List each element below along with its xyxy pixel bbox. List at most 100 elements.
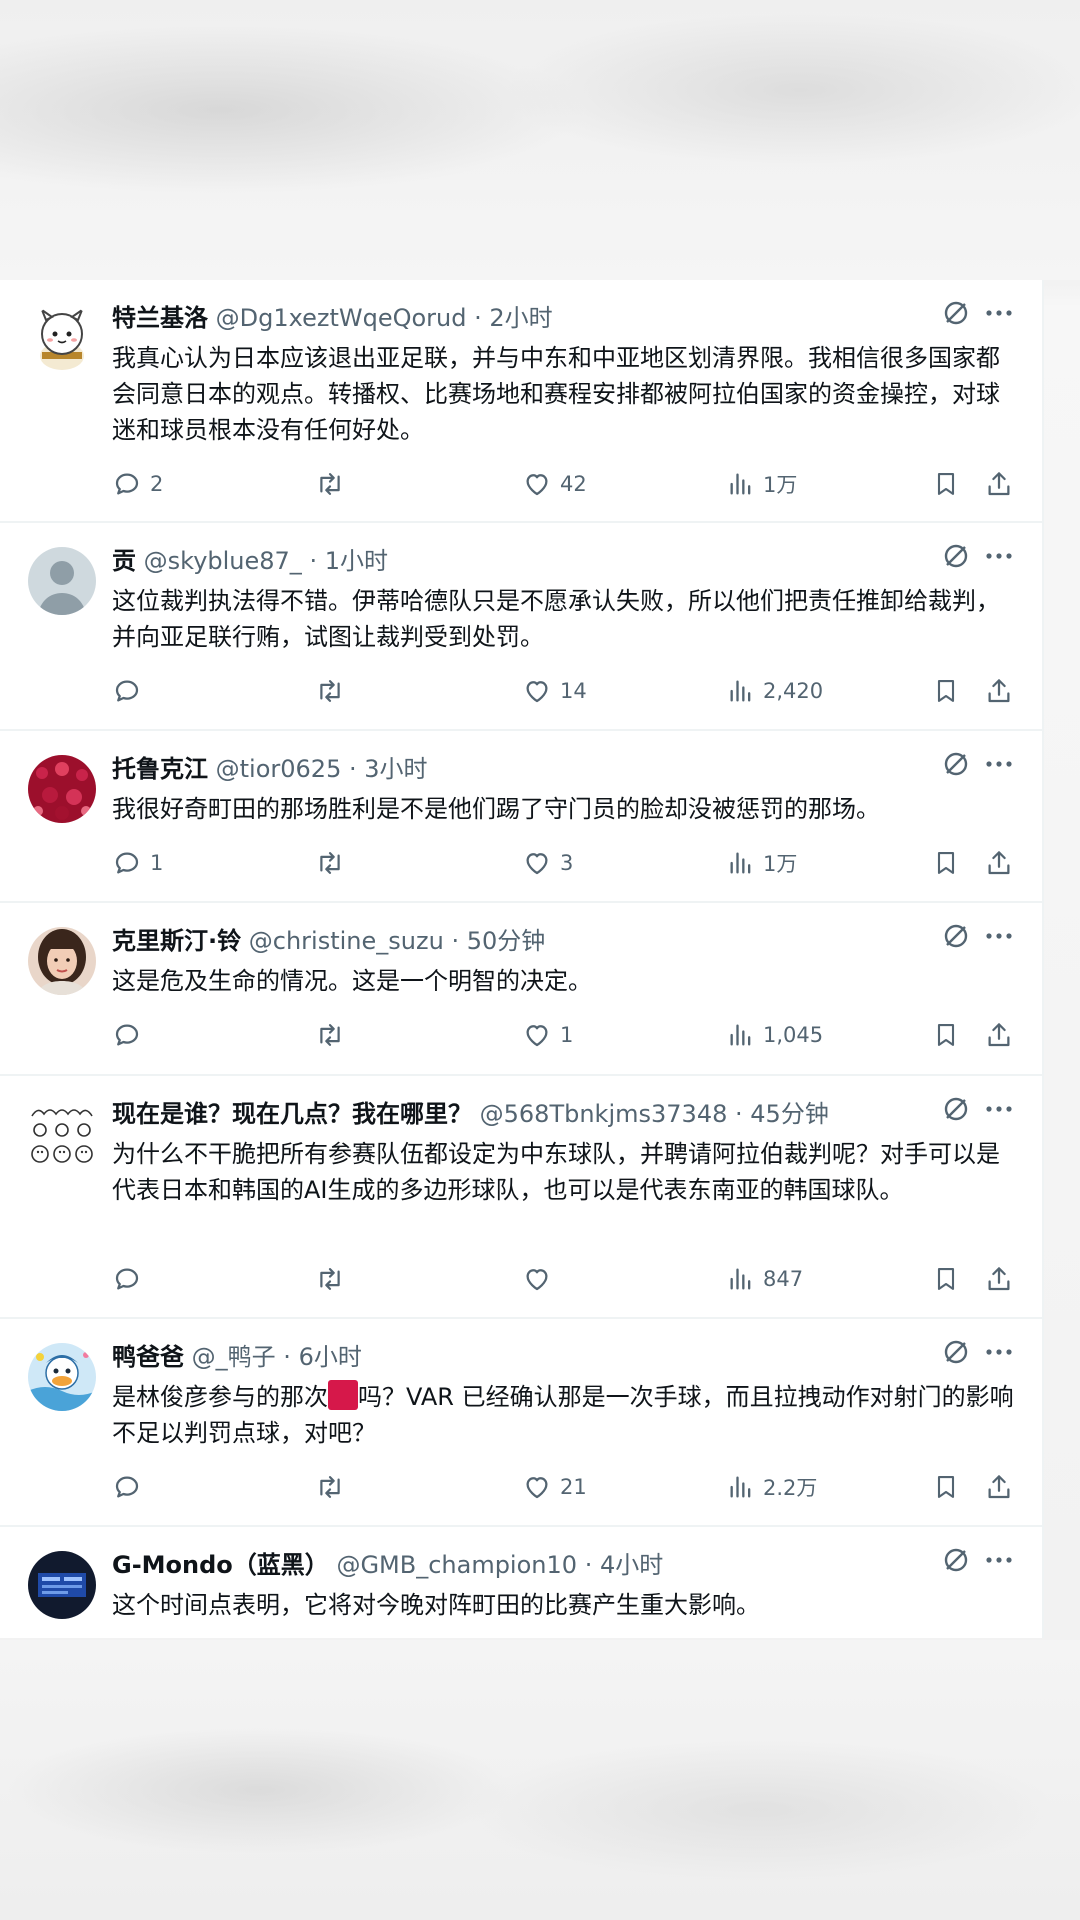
grok-icon[interactable]	[942, 750, 970, 788]
retweet-button[interactable]	[314, 1467, 354, 1507]
grok-icon[interactable]	[942, 299, 970, 337]
tweet[interactable]: 贡 @skyblue87_ · 1小时 这位裁判执法得不错。伊蒂哈德队只是不愿承…	[0, 523, 1042, 731]
tweet[interactable]: G-Mondo（蓝黑） @GMB_champion10 · 4小时 这个时间点表…	[0, 1527, 1042, 1638]
avatar[interactable]	[28, 755, 96, 823]
separator-dot: ·	[735, 1100, 743, 1128]
reply-button[interactable]	[112, 1467, 150, 1507]
share-button[interactable]	[984, 671, 1014, 711]
more-options-icon[interactable]	[984, 1338, 1014, 1376]
user-handle[interactable]: @skyblue87_	[144, 547, 302, 575]
grok-icon[interactable]	[942, 1338, 970, 1376]
avatar[interactable]	[28, 927, 96, 995]
user-handle[interactable]: @Dg1xeztWqeQorud	[216, 304, 467, 332]
bookmark-button[interactable]	[932, 671, 960, 711]
display-name[interactable]: G-Mondo（蓝黑）	[112, 1551, 329, 1579]
like-button[interactable]: 14	[522, 671, 587, 711]
like-button[interactable]	[522, 1259, 560, 1299]
views-button[interactable]: 1万	[727, 843, 797, 883]
separator-dot: ·	[451, 927, 460, 955]
retweet-button[interactable]	[314, 843, 354, 883]
grok-icon[interactable]	[942, 542, 970, 580]
timestamp[interactable]: 2小时	[489, 304, 552, 332]
reply-button[interactable]	[112, 671, 150, 711]
more-options-icon[interactable]	[984, 750, 1014, 788]
retweet-button[interactable]	[314, 464, 354, 504]
tweet[interactable]: 鸭爸爸 @_鸭子 · 6小时 是林俊彦参与的那次 吗？VAR 已经确认那是一次手球…	[0, 1319, 1042, 1527]
share-button[interactable]	[984, 1259, 1014, 1299]
tweet[interactable]: 特兰基洛 @Dg1xeztWqeQorud · 2小时 我真心认为日本应该退出亚…	[0, 280, 1042, 523]
like-count: 42	[560, 472, 587, 496]
reply-button[interactable]	[112, 1259, 150, 1299]
user-handle[interactable]: @GMB_champion10	[336, 1551, 577, 1579]
view-count: 1,045	[763, 1023, 824, 1047]
more-options-icon[interactable]	[984, 542, 1014, 580]
like-button[interactable]: 1	[522, 1015, 573, 1055]
heart-icon	[526, 1477, 548, 1499]
timestamp[interactable]: 6小时	[299, 1343, 362, 1371]
reply-button[interactable]: 2	[112, 464, 163, 504]
tweet-text: 这个时间点表明，它将对今晚对阵町田的比赛产生重大影响。	[112, 1591, 760, 1619]
heart-icon	[526, 474, 548, 496]
user-handle[interactable]: @568Tbnkjms37348	[480, 1100, 728, 1128]
share-icon	[988, 1023, 1010, 1047]
share-button[interactable]	[984, 1015, 1014, 1055]
timestamp[interactable]: 50分钟	[467, 927, 546, 955]
scoreboard-avatar	[28, 1551, 96, 1619]
timestamp[interactable]: 45分钟	[750, 1100, 829, 1128]
tweet[interactable]: 托鲁克江 @tior0625 · 3小时 我很好奇町田的那场胜利是不是他们踢了守…	[0, 731, 1042, 903]
display-name[interactable]: 贡	[112, 547, 136, 575]
avatar[interactable]	[28, 1343, 96, 1411]
share-button[interactable]	[984, 1467, 1014, 1507]
user-handle[interactable]: @_鸭子	[192, 1343, 276, 1371]
views-button[interactable]: 2,420	[727, 671, 823, 711]
retweet-button[interactable]	[314, 1259, 354, 1299]
bookmark-button[interactable]	[932, 1467, 960, 1507]
bookmark-button[interactable]	[932, 1015, 960, 1055]
avatar[interactable]	[28, 1551, 96, 1619]
retweet-button[interactable]	[314, 1015, 354, 1055]
more-options-icon[interactable]	[984, 299, 1014, 337]
views-button[interactable]: 847	[727, 1259, 803, 1299]
avatar[interactable]	[28, 1100, 96, 1168]
woman-portrait-avatar	[28, 927, 96, 995]
user-handle[interactable]: @christine_suzu	[249, 927, 444, 955]
more-options-icon[interactable]	[984, 922, 1014, 960]
avatar[interactable]	[28, 304, 96, 372]
bookmark-button[interactable]	[932, 843, 960, 883]
display-name[interactable]: 鸭爸爸	[112, 1343, 184, 1371]
display-name[interactable]: 特兰基洛	[112, 304, 208, 332]
view-count: 2.2万	[763, 1476, 818, 1500]
views-chart-icon	[730, 1024, 751, 1046]
reply-icon	[115, 1024, 139, 1046]
timestamp[interactable]: 3小时	[364, 755, 427, 783]
view-count: 2,420	[763, 679, 824, 703]
reply-icon	[115, 680, 139, 702]
more-options-icon[interactable]	[984, 1095, 1014, 1133]
like-button[interactable]: 3	[522, 843, 573, 883]
reply-button[interactable]	[112, 1015, 150, 1055]
share-button[interactable]	[984, 464, 1014, 504]
retweet-button[interactable]	[314, 671, 354, 711]
like-button[interactable]: 42	[522, 464, 587, 504]
display-name[interactable]: 托鲁克江	[112, 755, 208, 783]
display-name[interactable]: 现在是谁？现在几点？我在哪里？	[112, 1100, 472, 1128]
views-button[interactable]: 2.2万	[727, 1467, 817, 1507]
grok-icon[interactable]	[942, 1546, 970, 1584]
tweet[interactable]: 克里斯汀·铃 @christine_suzu · 50分钟 这是危及生命的情况。…	[0, 903, 1042, 1076]
grok-icon[interactable]	[942, 1095, 970, 1133]
bookmark-button[interactable]	[932, 1259, 960, 1299]
more-options-icon[interactable]	[984, 1546, 1014, 1584]
user-handle[interactable]: @tior0625	[216, 755, 342, 783]
like-button[interactable]: 21	[522, 1467, 587, 1507]
timestamp[interactable]: 1小时	[325, 547, 388, 575]
views-button[interactable]: 1万	[727, 464, 797, 504]
share-button[interactable]	[984, 843, 1014, 883]
display-name[interactable]: 克里斯汀·铃	[112, 927, 241, 955]
timestamp[interactable]: 4小时	[600, 1551, 663, 1579]
reply-button[interactable]: 1	[112, 843, 163, 883]
views-button[interactable]: 1,045	[727, 1015, 823, 1055]
avatar[interactable]	[28, 547, 96, 615]
grok-icon[interactable]	[942, 922, 970, 960]
bookmark-button[interactable]	[932, 464, 960, 504]
tweet[interactable]: 现在是谁？现在几点？我在哪里？ @568Tbnkjms37348 · 45分钟 …	[0, 1076, 1042, 1319]
